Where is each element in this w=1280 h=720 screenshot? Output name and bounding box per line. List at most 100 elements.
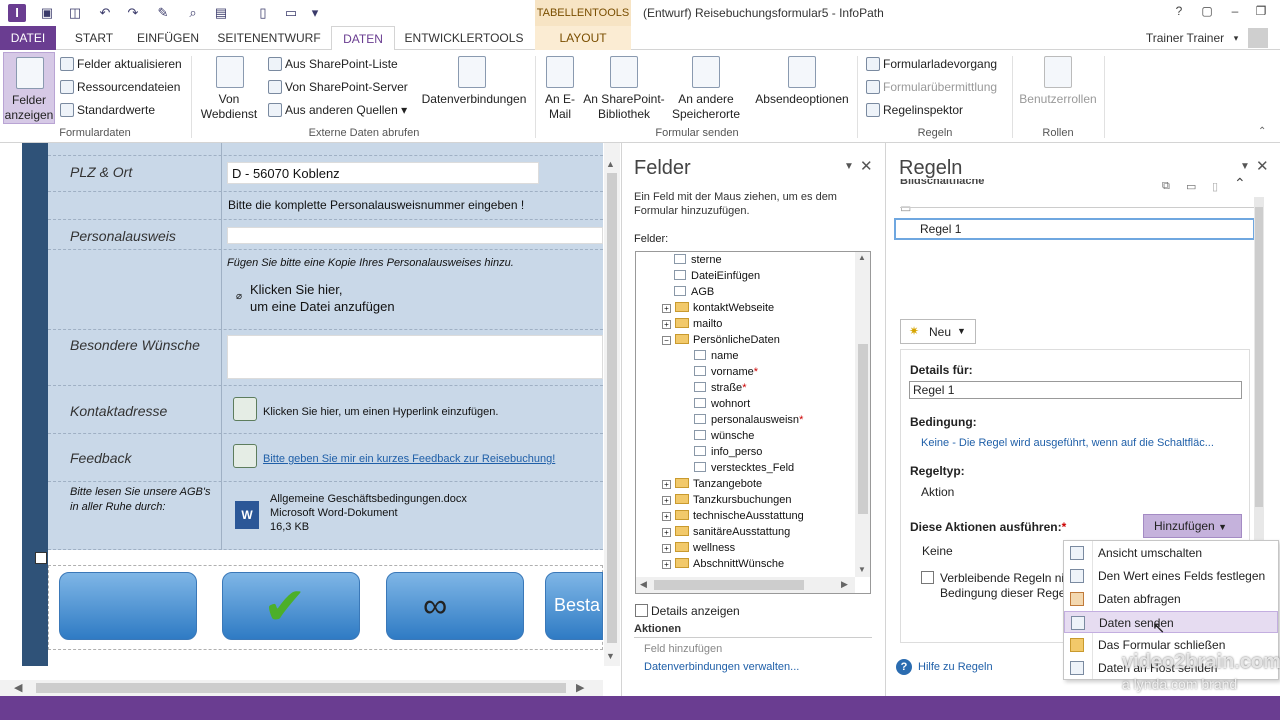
tree-item[interactable]: info_perso xyxy=(694,446,762,462)
pane-menu-icon[interactable]: ▼ xyxy=(844,161,854,172)
avatar[interactable] xyxy=(1248,28,1268,48)
felder-aktualisieren-button[interactable]: Felder aktualisieren xyxy=(60,57,182,71)
expand-icon[interactable]: + xyxy=(662,480,671,489)
wuensche-input[interactable] xyxy=(227,335,603,379)
details-checkbox[interactable] xyxy=(635,604,648,617)
scroll-right-icon[interactable]: ▶ xyxy=(576,681,584,694)
scroll-thumb[interactable] xyxy=(1255,207,1263,507)
scroll-down-icon[interactable]: ▼ xyxy=(606,651,618,661)
menu-item-abfragen[interactable]: Daten abfragen xyxy=(1064,588,1278,610)
standardwerte-button[interactable]: Standardwerte xyxy=(60,103,155,117)
ausweis-input[interactable] xyxy=(227,227,603,244)
minimize-icon[interactable]: – xyxy=(1224,4,1246,22)
expand-icon[interactable]: + xyxy=(662,528,671,537)
datenverbindungen-link[interactable]: Datenverbindungen verwalten... xyxy=(644,661,799,673)
tree-item[interactable]: + kontaktWebseite xyxy=(662,302,774,318)
image-button-checkmark[interactable]: ✔ xyxy=(222,572,360,640)
tree-item[interactable]: + sanitäreAusstattung xyxy=(662,526,790,542)
form-vertical-scrollbar[interactable]: ▲ ▼ xyxy=(604,143,620,666)
expand-icon[interactable]: + xyxy=(662,496,671,505)
sp-server-button[interactable]: Von SharePoint-Server xyxy=(268,80,408,94)
expand-icon[interactable]: + xyxy=(662,304,671,313)
delete-rule-icon[interactable]: ▯ xyxy=(1212,180,1218,193)
scroll-right-icon[interactable]: ▶ xyxy=(841,579,848,590)
copy-doc-icon[interactable]: ▭ xyxy=(282,4,300,22)
neu-button[interactable]: ✷ Neu ▼ xyxy=(900,319,976,344)
tree-item[interactable]: AGB xyxy=(674,286,714,302)
tab-datei[interactable]: DATEI xyxy=(0,26,56,50)
ribbon-options-icon[interactable]: ▢ xyxy=(1196,4,1218,22)
form-horizontal-scrollbar[interactable]: ◀ ▶ xyxy=(0,680,603,696)
scroll-thumb[interactable] xyxy=(36,683,566,693)
rule-name-input[interactable]: Regel 1 xyxy=(909,381,1242,399)
formularuebermittlung-button[interactable]: Formularübermittlung xyxy=(866,80,997,94)
paste-rule-icon[interactable]: ▭ xyxy=(1186,180,1196,193)
image-button-glasses[interactable]: ∞ xyxy=(386,572,524,640)
preview-icon[interactable]: ◫ xyxy=(66,4,84,22)
tree-hscroll[interactable]: ◀ ▶ xyxy=(636,577,855,593)
redo-icon[interactable]: ↷ xyxy=(124,4,142,22)
format-painter-icon[interactable]: ✎ xyxy=(154,4,172,22)
selection-handle[interactable] xyxy=(35,552,47,564)
tab-layout[interactable]: LAYOUT xyxy=(535,26,631,50)
tree-vscroll[interactable]: ▲ ▼ xyxy=(855,252,870,577)
kontakt-text[interactable]: Klicken Sie hier, um einen Hyperlink ein… xyxy=(263,406,498,418)
save-icon[interactable]: ▣ xyxy=(38,4,56,22)
tree-item[interactable]: straße* xyxy=(694,382,746,398)
feedback-link[interactable]: Bitte geben Sie mir ein kurzes Feedback … xyxy=(263,453,555,465)
andere-orte-button[interactable]: An andere Speicherorte xyxy=(668,54,744,124)
menu-item-ansicht[interactable]: Ansicht umschalten xyxy=(1064,542,1278,564)
ressourcendateien-button[interactable]: Ressourcendateien xyxy=(60,80,180,94)
image-button-bestaetigen[interactable]: Besta xyxy=(545,572,603,640)
restore-icon[interactable]: ❐ xyxy=(1250,4,1272,22)
scroll-down-icon[interactable]: ▼ xyxy=(858,565,866,574)
verbleibende-checkbox[interactable] xyxy=(921,571,934,584)
expand-icon[interactable]: + xyxy=(662,320,671,329)
doc-name[interactable]: Allgemeine Geschäftsbedingungen.docx xyxy=(270,493,467,505)
expand-icon[interactable]: + xyxy=(662,512,671,521)
formularladevorgang-button[interactable]: Formularladevorgang xyxy=(866,57,997,71)
pane-menu-icon[interactable]: ▼ xyxy=(1240,161,1250,172)
tab-start[interactable]: START xyxy=(66,26,122,50)
new-doc-icon[interactable]: ▯ xyxy=(254,4,272,22)
scroll-left-icon[interactable]: ◀ xyxy=(14,681,22,694)
fields-tree[interactable]: sterne DateiEinfügen AGB + kontaktWebseite + m… xyxy=(635,251,871,594)
print-preview-icon[interactable]: ⌕ xyxy=(184,4,202,22)
user-dropdown-icon[interactable]: ▾ xyxy=(1230,26,1242,50)
word-document-icon[interactable]: W xyxy=(235,501,259,529)
hyperlink-icon[interactable] xyxy=(233,397,257,421)
andere-quellen-button[interactable]: Aus anderen Quellen ▾ xyxy=(268,103,407,117)
user-name[interactable]: Trainer Trainer xyxy=(1140,26,1230,50)
attach-line1[interactable]: Klicken Sie hier, xyxy=(250,282,343,297)
menu-item-senden[interactable]: Daten senden xyxy=(1064,611,1278,633)
details-label[interactable]: Details anzeigen xyxy=(651,604,740,618)
datenverbindungen-button[interactable]: Datenverbindungen xyxy=(418,54,530,124)
felder-anzeigen-button[interactable]: Felder anzeigen xyxy=(3,52,55,124)
scroll-left-icon[interactable]: ◀ xyxy=(640,579,647,590)
tree-item[interactable]: personalausweisn* xyxy=(694,414,803,430)
undo-icon[interactable]: ↶ xyxy=(96,4,114,22)
scroll-thumb[interactable] xyxy=(654,580,804,590)
scroll-up-icon[interactable]: ▲ xyxy=(858,253,866,262)
benutzerrollen-button[interactable]: Benutzerrollen xyxy=(1016,54,1100,124)
regelinspektor-button[interactable]: Regelinspektor xyxy=(866,103,963,117)
close-icon[interactable]: ✕ xyxy=(1256,157,1269,175)
hyperlink-icon[interactable] xyxy=(233,444,257,468)
collapse-ribbon-icon[interactable]: ⌃ xyxy=(1258,126,1266,137)
attach-line2[interactable]: um eine Datei anzufügen xyxy=(250,299,395,314)
tab-entwicklertools[interactable]: ENTWICKLERTOOLS xyxy=(402,26,526,50)
tab-seitenentwurf[interactable]: SEITENENTWURF xyxy=(214,26,324,50)
email-send-button[interactable]: An E- Mail xyxy=(540,54,580,124)
absendeoptionen-button[interactable]: Absendeoptionen xyxy=(752,54,852,124)
plz-input[interactable]: D - 56070 Koblenz xyxy=(227,162,539,184)
sp-bibliothek-button[interactable]: An SharePoint- Bibliothek xyxy=(582,54,666,124)
expand-icon[interactable]: + xyxy=(662,544,671,553)
tree-item[interactable]: + Tanzkursbuchungen xyxy=(662,494,791,510)
tree-item[interactable]: + technischeAusstattung xyxy=(662,510,804,526)
copy-rule-icon[interactable]: ⧉ xyxy=(1162,180,1170,193)
sp-liste-button[interactable]: Aus SharePoint-Liste xyxy=(268,57,398,71)
expand-icon[interactable]: + xyxy=(662,560,671,569)
tab-einfuegen[interactable]: EINFÜGEN xyxy=(130,26,206,50)
tree-item[interactable]: DateiEinfügen xyxy=(674,270,760,286)
tree-item[interactable]: sterne xyxy=(674,254,722,270)
